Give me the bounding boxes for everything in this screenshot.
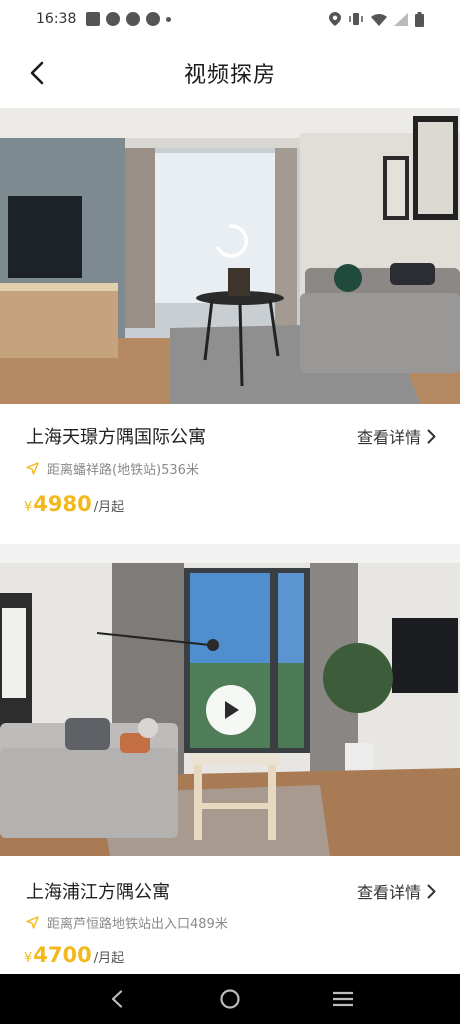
battery-icon bbox=[415, 11, 424, 27]
play-icon bbox=[225, 701, 239, 719]
system-nav-bar bbox=[0, 974, 460, 1024]
listing-card[interactable]: 上海浦江方隅公寓 查看详情 距离芦恒路地铁站出入口489米 ¥ 4700 /月起 bbox=[0, 563, 460, 974]
back-button[interactable] bbox=[22, 58, 52, 88]
view-details-label: 查看详情 bbox=[356, 883, 421, 902]
chevron-right-icon bbox=[427, 884, 436, 898]
listing-title: 上海天璟方隅国际公寓 bbox=[26, 427, 206, 448]
price-value: 4980 bbox=[33, 492, 92, 516]
page-title: 视频探房 bbox=[183, 63, 276, 88]
video-thumbnail[interactable] bbox=[0, 563, 460, 856]
listing-price: ¥ 4980 /月起 bbox=[24, 492, 124, 516]
price-value: 4700 bbox=[33, 943, 92, 967]
wifi-icon bbox=[371, 13, 387, 26]
location-text: 距离蟠祥路(地铁站)536米 bbox=[47, 463, 199, 478]
app-icon bbox=[106, 12, 121, 26]
price-currency: ¥ bbox=[24, 500, 33, 515]
price-currency: ¥ bbox=[24, 951, 33, 966]
app-icon bbox=[146, 12, 161, 26]
home-icon bbox=[220, 989, 240, 1009]
play-button[interactable] bbox=[206, 685, 256, 735]
notification-icons bbox=[86, 12, 172, 26]
system-home-button[interactable] bbox=[208, 977, 252, 1021]
chevron-right-icon bbox=[427, 429, 436, 443]
app-icon bbox=[126, 12, 141, 26]
price-unit: /月起 bbox=[93, 951, 125, 966]
listing-card[interactable]: 上海天璟方隅国际公寓 查看详情 距离蟠祥路(地铁站)536米 ¥ 4980 /月… bbox=[0, 108, 460, 544]
chevron-left-icon bbox=[30, 61, 44, 85]
listing-price: ¥ 4700 /月起 bbox=[24, 943, 124, 967]
signal-icon bbox=[394, 12, 408, 26]
location-icon bbox=[329, 12, 341, 26]
vibrate-icon bbox=[349, 13, 363, 25]
card-divider bbox=[0, 544, 460, 563]
view-details-label: 查看详情 bbox=[356, 428, 421, 447]
view-details-link[interactable]: 查看详情 bbox=[357, 424, 436, 448]
mail-icon bbox=[86, 12, 101, 26]
header-bar: 视频探房 bbox=[0, 38, 460, 108]
listing-location: 距离蟠祥路(地铁站)536米 bbox=[26, 459, 199, 478]
status-time: 16:38 bbox=[36, 11, 77, 27]
listing-title: 上海浦江方隅公寓 bbox=[26, 882, 170, 903]
system-status-icons bbox=[329, 11, 424, 27]
listing-title-row: 上海浦江方隅公寓 查看详情 bbox=[26, 878, 436, 904]
recents-icon bbox=[333, 991, 354, 1007]
listing-location: 距离芦恒路地铁站出入口489米 bbox=[26, 913, 228, 932]
status-bar: 16:38 bbox=[0, 0, 460, 38]
listing-title-row: 上海天璟方隅国际公寓 查看详情 bbox=[26, 423, 436, 449]
video-thumbnail[interactable] bbox=[0, 108, 460, 404]
navigation-arrow-icon bbox=[26, 916, 39, 929]
price-unit: /月起 bbox=[93, 500, 125, 515]
dot-icon bbox=[166, 16, 172, 22]
location-text: 距离芦恒路地铁站出入口489米 bbox=[47, 917, 228, 932]
system-recents-button[interactable] bbox=[321, 977, 365, 1021]
system-back-button[interactable] bbox=[95, 977, 139, 1021]
view-details-link[interactable]: 查看详情 bbox=[357, 879, 436, 903]
back-icon bbox=[111, 990, 122, 1008]
navigation-arrow-icon bbox=[26, 462, 39, 475]
loading-spinner-icon bbox=[216, 224, 248, 258]
